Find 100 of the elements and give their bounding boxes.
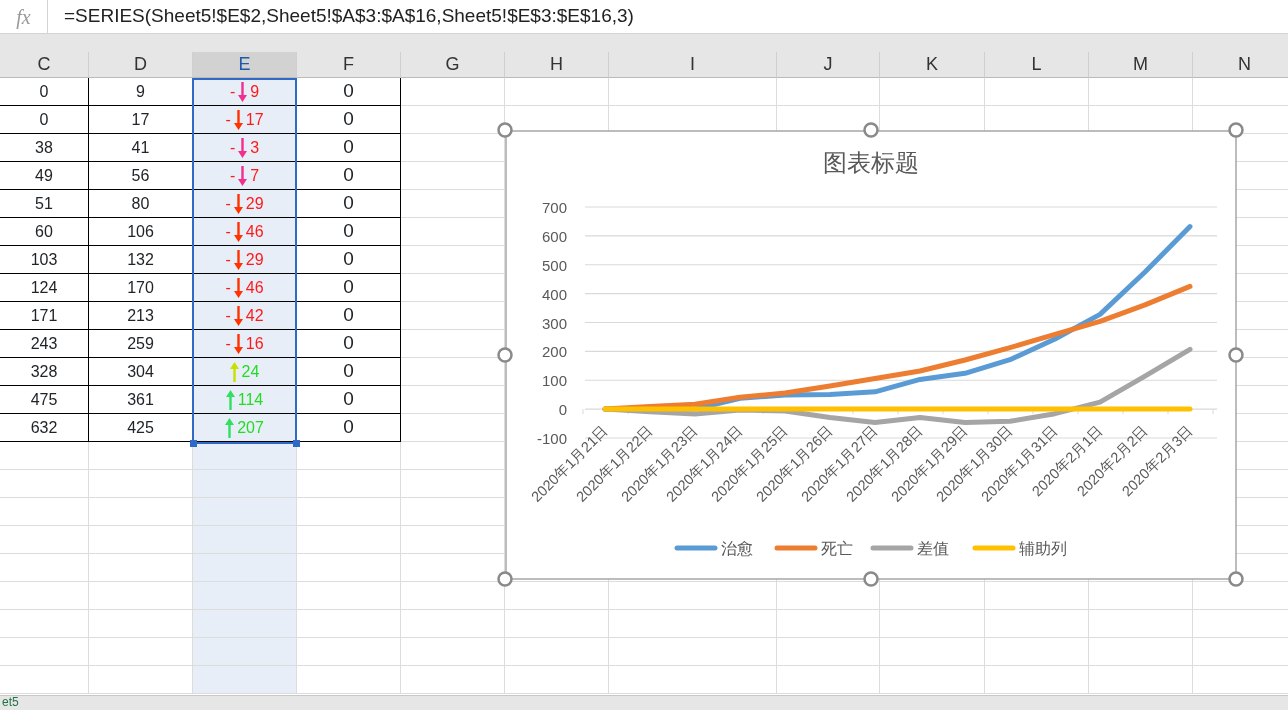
sheet-cell[interactable] bbox=[193, 526, 297, 554]
column-header[interactable]: H bbox=[505, 52, 609, 78]
table-cell-text: 0 bbox=[39, 109, 49, 130]
sheet-cell[interactable] bbox=[193, 638, 297, 666]
sheet-cell[interactable] bbox=[1089, 638, 1193, 666]
column-header[interactable]: M bbox=[1089, 52, 1193, 78]
sheet-cell[interactable] bbox=[609, 638, 777, 666]
sheet-cell[interactable] bbox=[880, 638, 985, 666]
table-cell-text: 171 bbox=[30, 305, 58, 326]
table-cell-text: 243 bbox=[30, 333, 58, 354]
sheet-cell[interactable] bbox=[777, 78, 880, 106]
resize-handle[interactable] bbox=[863, 571, 879, 587]
sheet-tab[interactable]: et5 bbox=[2, 696, 19, 709]
sheet-cell[interactable] bbox=[609, 666, 777, 694]
fill-handle[interactable] bbox=[190, 440, 197, 447]
sheet-cell[interactable] bbox=[880, 582, 985, 610]
table-cell-text: 56 bbox=[131, 165, 150, 186]
sheet-cell[interactable] bbox=[297, 470, 401, 498]
sheet-cell[interactable] bbox=[1089, 582, 1193, 610]
sheet-cell[interactable] bbox=[777, 666, 880, 694]
sheet-cell[interactable] bbox=[193, 470, 297, 498]
sheet-cell[interactable] bbox=[297, 554, 401, 582]
sheet-cell[interactable] bbox=[1089, 666, 1193, 694]
sheet-cell[interactable] bbox=[985, 638, 1089, 666]
sheet-cell[interactable] bbox=[193, 554, 297, 582]
resize-handle[interactable] bbox=[1228, 571, 1244, 587]
sheet-cell[interactable] bbox=[193, 442, 297, 470]
sheet-cell[interactable] bbox=[880, 610, 985, 638]
table-cell-text: 49 bbox=[35, 165, 53, 186]
resize-handle[interactable] bbox=[863, 122, 879, 138]
sheet-cell[interactable] bbox=[0, 470, 89, 498]
resize-handle[interactable] bbox=[497, 347, 513, 363]
column-header[interactable]: N bbox=[1193, 52, 1288, 78]
column-header[interactable]: F bbox=[297, 52, 401, 78]
sheet-cell[interactable] bbox=[880, 78, 985, 106]
sheet-cell[interactable] bbox=[0, 554, 89, 582]
sheet-cell[interactable] bbox=[1089, 610, 1193, 638]
table-cell-text: 132 bbox=[127, 249, 154, 270]
sheet-cell[interactable] bbox=[193, 582, 297, 610]
sheet-cell[interactable] bbox=[297, 526, 401, 554]
sheet-cell[interactable] bbox=[297, 666, 401, 694]
sheet-cell[interactable] bbox=[0, 610, 89, 638]
table-cell-text: 0 bbox=[343, 303, 354, 328]
sheet-cell[interactable] bbox=[297, 610, 401, 638]
column-header[interactable]: C bbox=[0, 52, 89, 78]
column-header[interactable]: I bbox=[609, 52, 777, 78]
sheet-cell[interactable] bbox=[0, 442, 89, 470]
legend-label: 死亡 bbox=[821, 539, 853, 558]
sheet-cell[interactable] bbox=[1089, 78, 1193, 106]
sheet-cell[interactable] bbox=[880, 666, 985, 694]
sheet-cell[interactable] bbox=[609, 610, 777, 638]
formula-text[interactable]: =SERIES(Sheet5!$E$2,Sheet5!$A$3:$A$16,Sheet5!$E$3:$E$16,3) bbox=[48, 2, 634, 31]
column-header[interactable]: J bbox=[777, 52, 880, 78]
sheet-cell[interactable] bbox=[297, 638, 401, 666]
sheet-cell[interactable] bbox=[505, 610, 609, 638]
table-cell-text: 24 bbox=[241, 361, 260, 382]
sheet-cell[interactable] bbox=[985, 582, 1089, 610]
sheet-cell[interactable] bbox=[297, 498, 401, 526]
column-header[interactable]: K bbox=[880, 52, 985, 78]
sheet-cell[interactable] bbox=[193, 666, 297, 694]
sheet-cell[interactable] bbox=[985, 610, 1089, 638]
sheet-cell[interactable] bbox=[0, 526, 89, 554]
resize-handle[interactable] bbox=[1228, 347, 1244, 363]
sheet-cell[interactable] bbox=[193, 498, 297, 526]
sheet-cell[interactable] bbox=[777, 638, 880, 666]
legend-swatch bbox=[774, 545, 818, 551]
resize-handle[interactable] bbox=[1228, 122, 1244, 138]
sheet-cell[interactable] bbox=[505, 666, 609, 694]
chart-title[interactable]: 图表标题 bbox=[823, 149, 919, 177]
table-cell-text: 0 bbox=[343, 275, 354, 300]
column-header[interactable]: L bbox=[985, 52, 1089, 78]
column-header[interactable]: D bbox=[89, 52, 193, 78]
sheet-cell[interactable] bbox=[0, 638, 89, 666]
legend-label: 辅助列 bbox=[1019, 539, 1067, 558]
sheet-cell[interactable] bbox=[0, 666, 89, 694]
sheet-cell[interactable] bbox=[609, 78, 777, 106]
sheet-cell[interactable] bbox=[193, 610, 297, 638]
fill-handle[interactable] bbox=[293, 440, 300, 447]
resize-handle[interactable] bbox=[497, 122, 513, 138]
axis-label: 0 bbox=[558, 401, 567, 419]
sheet-cell[interactable] bbox=[505, 638, 609, 666]
sign-text: - bbox=[229, 165, 236, 186]
sheet-cell[interactable] bbox=[0, 582, 89, 610]
resize-handle[interactable] bbox=[497, 571, 513, 587]
column-header[interactable]: G bbox=[401, 52, 505, 78]
sheet-cell[interactable] bbox=[401, 78, 505, 106]
sheet-cell[interactable] bbox=[985, 666, 1089, 694]
sign-text: - bbox=[225, 277, 231, 298]
sheet-cell[interactable] bbox=[401, 610, 505, 638]
sheet-cell[interactable] bbox=[985, 78, 1089, 106]
sheet-cell[interactable] bbox=[401, 666, 505, 694]
column-header[interactable]: E bbox=[193, 52, 297, 78]
sheet-cell[interactable] bbox=[297, 582, 401, 610]
table-cell-text: 0 bbox=[343, 415, 354, 440]
table-cell-text: 259 bbox=[127, 333, 154, 354]
sheet-cell[interactable] bbox=[401, 638, 505, 666]
sheet-cell[interactable] bbox=[0, 498, 89, 526]
sheet-cell[interactable] bbox=[505, 78, 609, 106]
sheet-cell[interactable] bbox=[609, 582, 777, 610]
sheet-cell[interactable] bbox=[777, 610, 880, 638]
